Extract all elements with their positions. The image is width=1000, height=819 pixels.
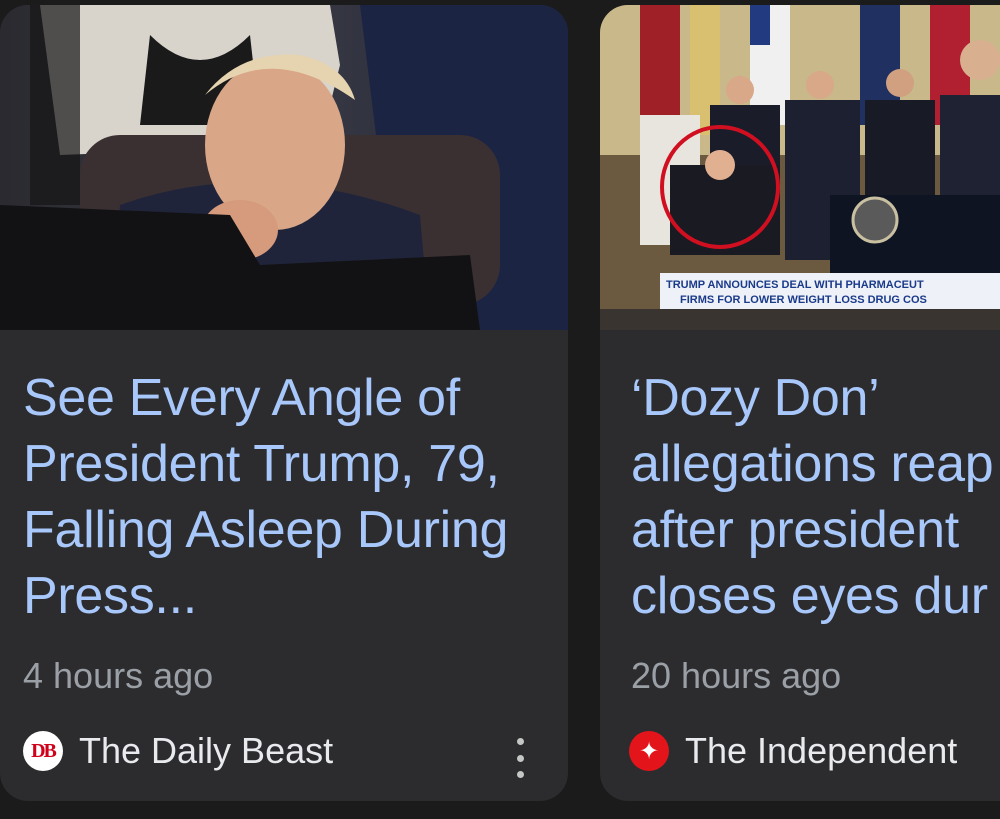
- chyron-line-2: FIRMS FOR LOWER WEIGHT LOSS DRUG COS: [680, 294, 927, 306]
- news-card-1[interactable]: See Every Angle of President Trump, 79, …: [0, 5, 568, 801]
- eagle-icon: ✦: [629, 731, 669, 771]
- source-name: The Independent: [685, 730, 958, 771]
- article-headline[interactable]: See Every Angle of President Trump, 79, …: [23, 365, 548, 629]
- more-dot: [516, 738, 524, 745]
- article-thumbnail[interactable]: TRUMP ANNOUNCES DEAL WITH PHARMACEUT FIR…: [600, 5, 1000, 330]
- chyron-line-1: TRUMP ANNOUNCES DEAL WITH PHARMACEUT: [666, 279, 924, 291]
- article-timestamp: 4 hours ago: [23, 655, 214, 696]
- thumbnail-image: TRUMP ANNOUNCES DEAL WITH PHARMACEUT FIR…: [600, 5, 1000, 330]
- article-timestamp: 20 hours ago: [631, 655, 842, 696]
- article-thumbnail[interactable]: [0, 5, 568, 330]
- article-source[interactable]: DB The Daily Beast: [23, 730, 333, 772]
- daily-beast-logo-icon: DB: [23, 731, 63, 771]
- more-dot: [516, 754, 524, 762]
- article-headline[interactable]: ‘Dozy Don’ allegations reap after presiden…: [631, 365, 1000, 629]
- source-name: The Daily Beast: [79, 730, 334, 771]
- more-vert-icon[interactable]: [508, 738, 532, 778]
- more-dot: [516, 771, 524, 778]
- news-card-2[interactable]: TRUMP ANNOUNCES DEAL WITH PHARMACEUT FIR…: [600, 5, 1000, 801]
- article-source[interactable]: ✦ The Independent: [629, 730, 957, 772]
- thumbnail-image: [0, 5, 568, 330]
